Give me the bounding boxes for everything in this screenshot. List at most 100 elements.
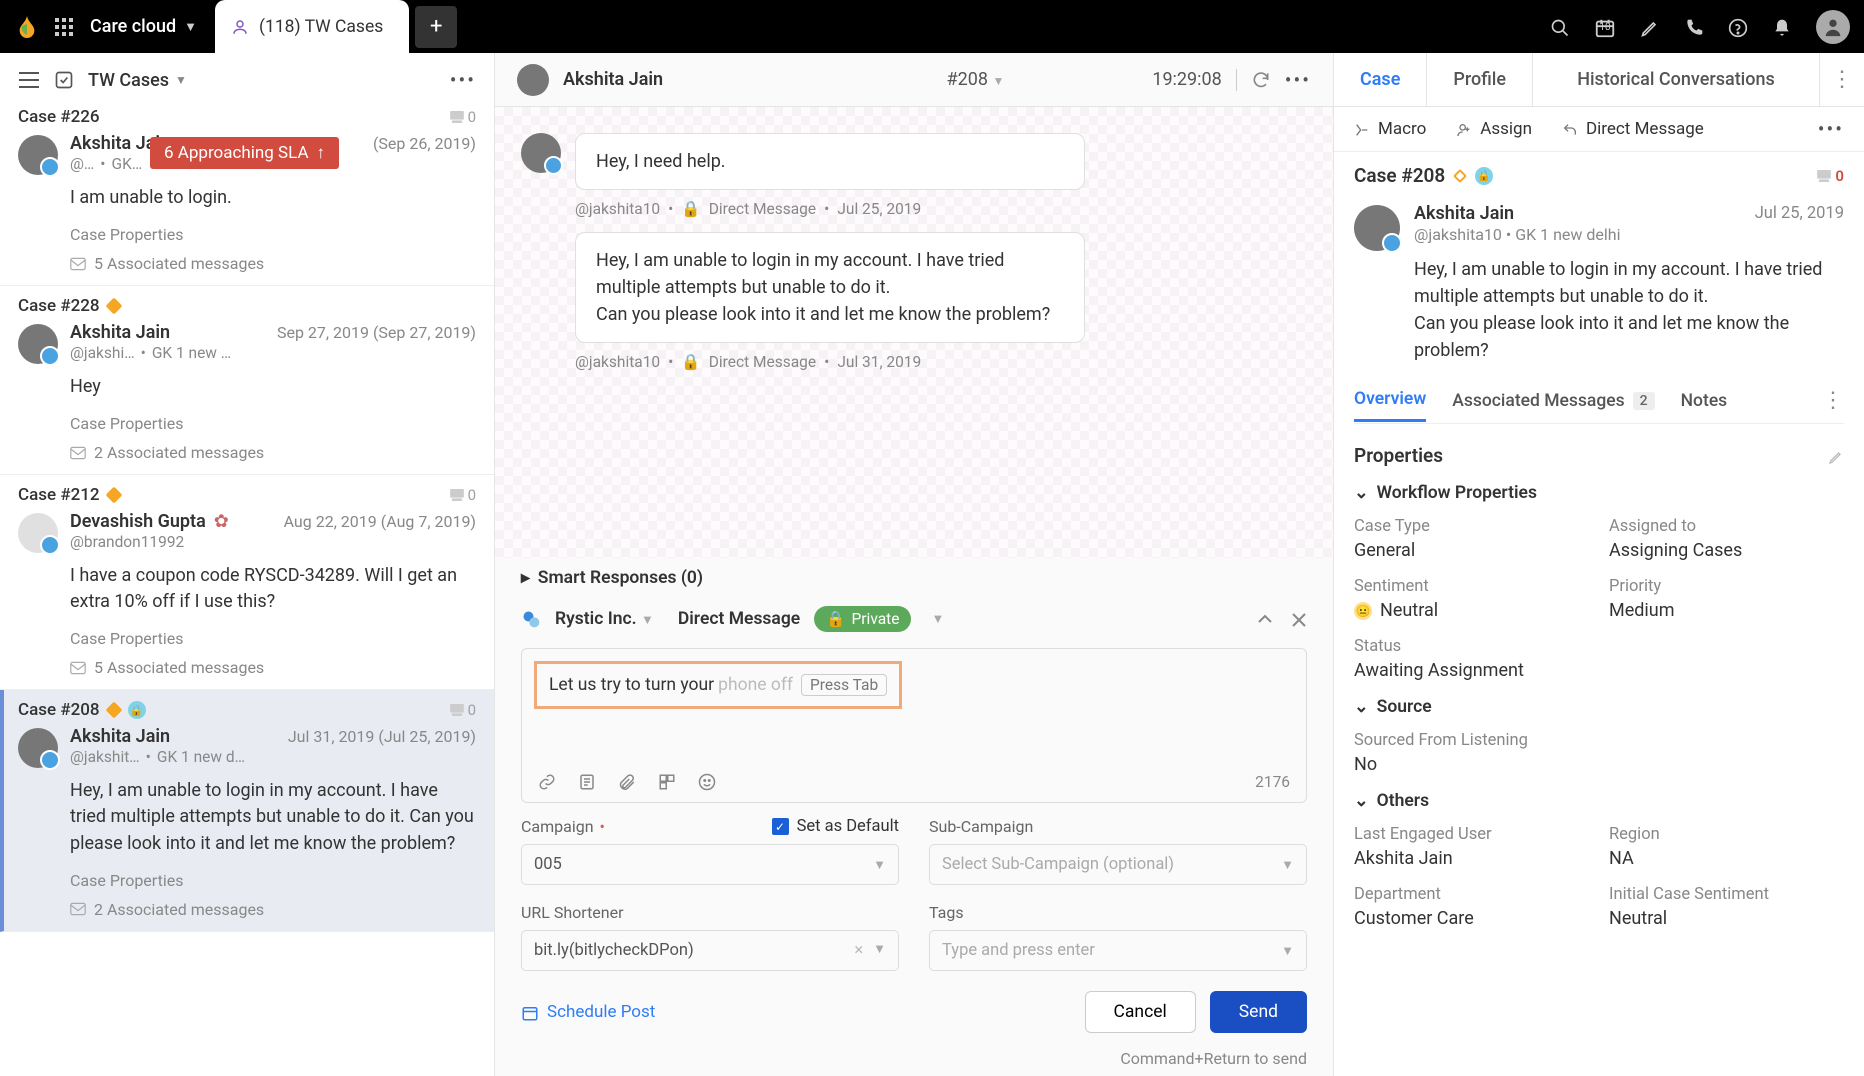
section-source[interactable]: ⌄Source xyxy=(1354,697,1844,717)
case-properties-link[interactable]: Case Properties xyxy=(70,871,476,890)
case-number: Case #226 xyxy=(18,107,100,127)
typed-text: Let us try to turn your xyxy=(549,675,714,695)
autocomplete-highlight: Let us try to turn your phone off Press … xyxy=(534,661,902,709)
close-icon[interactable] xyxy=(1291,609,1307,630)
sla-badge-text: 6 Approaching SLA xyxy=(164,143,309,163)
user-sub: @jakshita10 • GK 1 new delhi xyxy=(1414,225,1844,244)
section-workflow[interactable]: ⌄Workflow Properties xyxy=(1354,483,1844,503)
note-icon[interactable] xyxy=(578,771,596,792)
actions-more-icon[interactable]: ••• xyxy=(1818,117,1844,141)
chevron-down-icon: ⌄ xyxy=(1354,697,1369,717)
case-properties-link[interactable]: Case Properties xyxy=(70,414,476,433)
link-icon[interactable] xyxy=(538,771,556,792)
subcampaign-label: Sub-Campaign xyxy=(929,817,1307,836)
conversation-user: Akshita Jain xyxy=(563,69,663,90)
tab-more-icon[interactable]: ⋮ xyxy=(1820,53,1864,106)
subtab-overview[interactable]: Overview xyxy=(1354,389,1426,422)
conv-more-icon[interactable]: ••• xyxy=(1285,68,1311,92)
list-title-dropdown[interactable]: TW Cases ▼ xyxy=(88,70,187,91)
url-shortener-select[interactable]: bit.ly(bitlycheckDPon)×▼ xyxy=(521,930,899,971)
apps-grid-icon[interactable] xyxy=(54,17,74,37)
help-icon[interactable] xyxy=(1728,15,1748,39)
case-id-dropdown[interactable]: #208 ▼ xyxy=(947,69,1005,90)
section-others[interactable]: ⌄Others xyxy=(1354,791,1844,811)
tab-profile[interactable]: Profile xyxy=(1427,53,1533,106)
case-message: Hey, I am unable to login in my account.… xyxy=(70,778,476,856)
checklist-icon[interactable] xyxy=(54,70,74,90)
tab-historical[interactable]: Historical Conversations xyxy=(1533,53,1820,106)
message-bubble: Hey, I need help. xyxy=(575,133,1085,190)
case-properties-link[interactable]: Case Properties xyxy=(70,225,476,244)
subtab-more-icon[interactable]: ⋮ xyxy=(1822,388,1844,423)
tab-hint: Press Tab xyxy=(801,674,887,696)
set-default-checkbox[interactable]: ✓ Set as Default xyxy=(772,817,899,836)
case-number: Case #228 xyxy=(18,296,100,316)
user-avatar-icon[interactable] xyxy=(1816,10,1850,44)
list-more-icon[interactable]: ••• xyxy=(450,68,476,92)
cancel-button[interactable]: Cancel xyxy=(1085,991,1196,1033)
subcampaign-select[interactable]: Select Sub-Campaign (optional)▼ xyxy=(929,844,1307,885)
subtab-notes[interactable]: Notes xyxy=(1681,391,1728,421)
menu-icon[interactable] xyxy=(18,71,40,89)
attach-icon[interactable] xyxy=(618,771,636,792)
campaign-select[interactable]: 005▼ xyxy=(521,844,899,885)
edit-icon[interactable] xyxy=(1640,15,1660,39)
associated-messages[interactable]: 5 Associated messages xyxy=(70,254,476,273)
associated-messages[interactable]: 2 Associated messages xyxy=(70,900,476,919)
checkbox-checked-icon: ✓ xyxy=(772,818,789,835)
new-tab-button[interactable]: + xyxy=(415,6,457,48)
bell-icon[interactable] xyxy=(1772,15,1792,39)
assign-action[interactable]: Assign xyxy=(1456,119,1532,139)
dm-action[interactable]: Direct Message xyxy=(1562,119,1704,139)
phone-icon[interactable] xyxy=(1684,15,1704,39)
case-number: Case #208 xyxy=(18,700,100,720)
case-list-item[interactable]: Case #212 0 Devashish Gupta ✿ Aug 22, 20… xyxy=(0,475,494,690)
send-button[interactable]: Send xyxy=(1210,991,1307,1033)
private-chip[interactable]: 🔒 Private xyxy=(814,606,911,632)
refresh-icon[interactable] xyxy=(1251,69,1271,90)
chevron-down-icon[interactable]: ▼ xyxy=(931,611,944,627)
asset-icon[interactable] xyxy=(658,771,676,792)
avatar xyxy=(18,324,58,364)
tags-input[interactable]: Type and press enter▼ xyxy=(929,930,1307,971)
lock-icon: 🔒 xyxy=(1475,167,1493,185)
case-list-item[interactable]: Case #226 0 Akshita Jain 19(Sep 26, 2019… xyxy=(0,107,494,286)
sla-badge[interactable]: 6 Approaching SLA ↑ xyxy=(150,137,339,169)
channel-label: Direct Message xyxy=(678,609,800,629)
collapse-icon[interactable] xyxy=(1257,609,1273,630)
brand-dropdown[interactable]: Care cloud ▼ xyxy=(90,16,197,37)
schedule-post-button[interactable]: Schedule Post xyxy=(521,1002,655,1022)
case-list-item[interactable]: Case #228 Akshita Jain Sep 27, 2019 (Sep… xyxy=(0,286,494,475)
keyboard-hint: Command+Return to send xyxy=(495,1049,1333,1076)
assign-icon xyxy=(1456,119,1472,139)
sprinklr-logo-icon[interactable] xyxy=(14,14,40,40)
emoji-icon[interactable] xyxy=(698,771,716,792)
brand-label: Care cloud xyxy=(90,16,176,37)
search-icon[interactable] xyxy=(1550,15,1570,39)
case-message: Hey, I am unable to login in my account.… xyxy=(1414,256,1844,364)
case-properties-link[interactable]: Case Properties xyxy=(70,629,476,648)
clear-icon[interactable]: × xyxy=(854,941,863,960)
subtab-associated[interactable]: Associated Messages2 xyxy=(1452,391,1654,421)
lock-icon: 🔒 xyxy=(681,200,700,218)
macro-icon xyxy=(1354,119,1370,139)
app-tab-active[interactable]: (118) TW Cases xyxy=(215,0,409,53)
tags-label: Tags xyxy=(929,903,1307,922)
company-dropdown[interactable]: Rystic Inc. ▼ xyxy=(555,609,654,629)
case-list-item[interactable]: Case #208 🔒 0 Akshita Jain Jul 31, 2019 … xyxy=(0,690,494,931)
calendar-icon[interactable]: 10 xyxy=(1594,14,1616,39)
macro-action[interactable]: Macro xyxy=(1354,119,1426,139)
app-tab-label: (118) TW Cases xyxy=(259,17,383,37)
associated-messages[interactable]: 5 Associated messages xyxy=(70,658,476,677)
associated-messages[interactable]: 2 Associated messages xyxy=(70,443,476,462)
smart-responses-toggle[interactable]: ▸ Smart Responses (0) xyxy=(495,558,1333,598)
case-date: Jul 25, 2019 xyxy=(1755,204,1844,223)
compose-textarea[interactable]: Let us try to turn your phone off Press … xyxy=(521,648,1307,803)
edit-icon[interactable] xyxy=(1828,444,1844,467)
calendar-icon xyxy=(521,1002,539,1022)
verified-icon: ✿ xyxy=(214,511,229,532)
chevron-down-icon: ▼ xyxy=(184,19,197,35)
tab-case[interactable]: Case xyxy=(1334,53,1427,106)
user-name: Devashish Gupta xyxy=(70,511,206,532)
calendar-badge: 10 xyxy=(1594,22,1616,33)
